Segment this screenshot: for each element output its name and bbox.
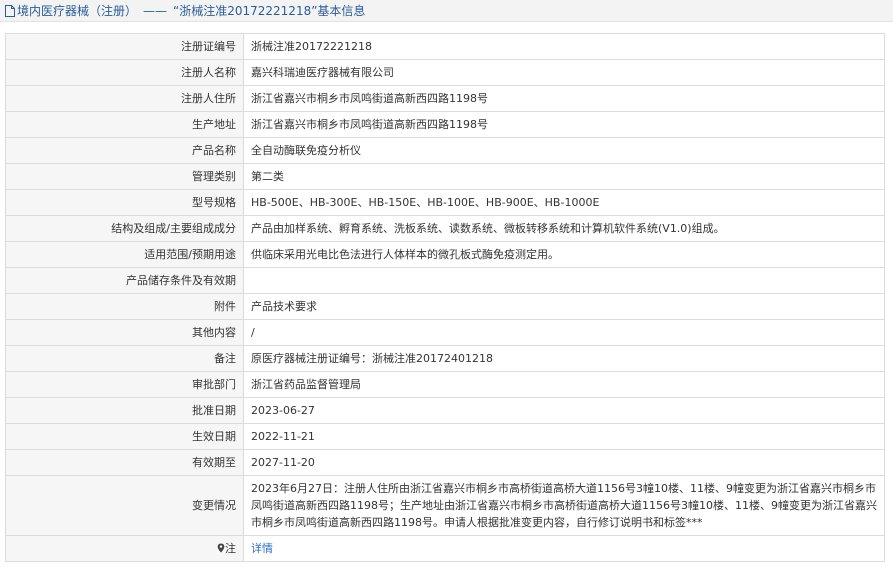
row-label: 注册人名称 [5,59,244,86]
row-label: 管理类别 [5,163,244,190]
note-value-cell: 详情 [243,535,885,562]
row-value: 2023-06-27 [243,397,885,424]
table-row: 批准日期 2023-06-27 [5,397,885,424]
table-row: 注册人住所 浙江省嘉兴市桐乡市凤鸣街道高新西四路1198号 [5,85,885,112]
table-row: 管理类别 第二类 [5,163,885,190]
row-value: / [243,319,885,346]
row-label: 结构及组成/主要组成成分 [5,215,244,242]
table-row: 结构及组成/主要组成成分 产品由加样系统、孵育系统、洗板系统、读数系统、微板转移… [5,215,885,242]
row-value [243,267,885,294]
table-row: 附件 产品技术要求 [5,293,885,320]
row-label: 批准日期 [5,397,244,424]
table-row: 产品储存条件及有效期 [5,267,885,294]
row-label: 型号规格 [5,189,244,216]
row-value: 第二类 [243,163,885,190]
row-value: 供临床采用光电比色法进行人体样本的微孔板式酶免疫测定用。 [243,241,885,268]
table-row: 变更情况 2023年6月27日：注册人住所由浙江省嘉兴市桐乡市高桥街道高桥大道1… [5,475,885,536]
row-label: 产品储存条件及有效期 [5,267,244,294]
table-row: 生产地址 浙江省嘉兴市桐乡市凤鸣街道高新西四路1198号 [5,111,885,138]
row-label: 审批部门 [5,371,244,398]
row-label: 变更情况 [5,475,244,536]
row-label: 注册人住所 [5,85,244,112]
row-label: 注册证编号 [5,33,244,60]
row-value: 产品由加样系统、孵育系统、洗板系统、读数系统、微板转移系统和计算机软件系统(V1… [243,215,885,242]
table-row: 生效日期 2022-11-21 [5,423,885,450]
page-header: 境内医疗器械（注册） —— “浙械注准20172221218”基本信息 [0,0,893,22]
map-pin-icon [217,543,225,553]
note-label: 注 [225,542,236,555]
row-label: 生产地址 [5,111,244,138]
row-label: 产品名称 [5,137,244,164]
row-value: 2022-11-21 [243,423,885,450]
details-link[interactable]: 详情 [251,542,273,555]
info-table: 注册证编号 浙械注准20172221218 注册人名称 嘉兴科瑞迪医疗器械有限公… [5,33,885,562]
table-row: 有效期至 2027-11-20 [5,449,885,476]
row-value: 嘉兴科瑞迪医疗器械有限公司 [243,59,885,86]
row-label: 适用范围/预期用途 [5,241,244,268]
table-row: 审批部门 浙江省药品监督管理局 [5,371,885,398]
table-row: 备注 原医疗器械注册证编号：浙械注准20172401218 [5,345,885,372]
row-label: 有效期至 [5,449,244,476]
row-value: 全自动酶联免疫分析仪 [243,137,885,164]
row-value: 浙江省嘉兴市桐乡市凤鸣街道高新西四路1198号 [243,85,885,112]
header-title: “浙械注准20172221218”基本信息 [173,4,366,18]
row-value: HB-500E、HB-300E、HB-150E、HB-100E、HB-900E、… [243,189,885,216]
table-row: 适用范围/预期用途 供临床采用光电比色法进行人体样本的微孔板式酶免疫测定用。 [5,241,885,268]
table-row: 型号规格 HB-500E、HB-300E、HB-150E、HB-100E、HB-… [5,189,885,216]
table-row: 注册人名称 嘉兴科瑞迪医疗器械有限公司 [5,59,885,86]
row-value: 浙江省药品监督管理局 [243,371,885,398]
row-value: 浙械注准20172221218 [243,33,885,60]
row-label: 附件 [5,293,244,320]
note-row: 注 详情 [5,535,885,562]
row-value: 2027-11-20 [243,449,885,476]
info-table-container: 注册证编号 浙械注准20172221218 注册人名称 嘉兴科瑞迪医疗器械有限公… [5,33,885,562]
table-row: 注册证编号 浙械注准20172221218 [5,33,885,60]
row-value: 产品技术要求 [243,293,885,320]
row-label: 生效日期 [5,423,244,450]
header-category: 境内医疗器械（注册） [17,4,138,18]
row-value: 2023年6月27日：注册人住所由浙江省嘉兴市桐乡市高桥街道高桥大道1156号3… [243,475,885,536]
row-value: 原医疗器械注册证编号：浙械注准20172401218 [243,345,885,372]
row-label: 备注 [5,345,244,372]
note-label-cell: 注 [5,535,244,562]
row-label: 其他内容 [5,319,244,346]
header-separator: —— [143,3,168,18]
row-value: 浙江省嘉兴市桐乡市凤鸣街道高新西四路1198号 [243,111,885,138]
table-row: 其他内容 / [5,319,885,346]
table-row: 产品名称 全自动酶联免疫分析仪 [5,137,885,164]
document-icon [5,4,15,17]
